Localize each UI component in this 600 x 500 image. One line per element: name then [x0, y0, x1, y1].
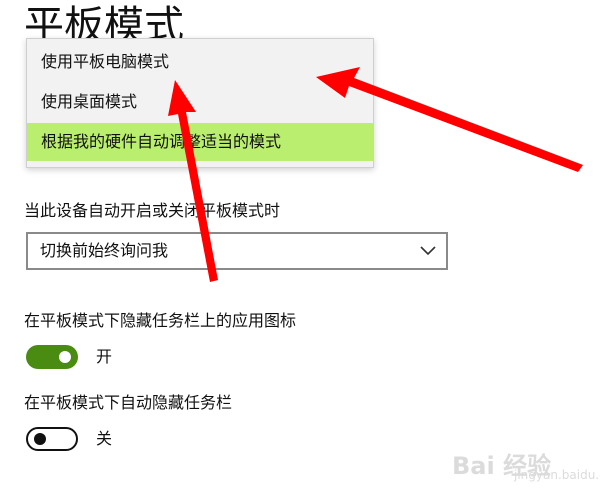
auto-hide-taskbar-label: 在平板模式下自动隐藏任务栏 — [24, 393, 233, 412]
hide-app-icons-label: 在平板模式下隐藏任务栏上的应用图标 — [24, 311, 297, 330]
auto-hide-taskbar-toggle[interactable] — [26, 427, 78, 451]
toggle-knob — [34, 433, 46, 445]
chevron-down-icon — [420, 246, 436, 256]
toggle-knob — [59, 351, 71, 363]
switch-behavior-label: 当此设备自动开启或关闭平板模式时 — [24, 201, 281, 220]
option-tablet-mode[interactable]: 使用平板电脑模式 — [27, 43, 373, 81]
option-desktop-mode[interactable]: 使用桌面模式 — [27, 83, 373, 121]
hide-app-icons-state: 开 — [96, 347, 113, 366]
switch-behavior-value: 切换前始终询问我 — [40, 241, 169, 260]
watermark-sub: jingyan.baidu.com — [514, 468, 600, 482]
mode-dropdown-flyout: 使用平板电脑模式 使用桌面模式 根据我的硬件自动调整适当的模式 — [26, 38, 374, 168]
auto-hide-taskbar-state: 关 — [96, 429, 113, 448]
hide-app-icons-toggle[interactable] — [26, 345, 78, 369]
option-auto-by-hardware[interactable]: 根据我的硬件自动调整适当的模式 — [27, 123, 373, 161]
switch-behavior-select[interactable]: 切换前始终询问我 — [26, 232, 448, 270]
baidu-watermark: Bai 经验 jingyan.baidu.com — [452, 442, 600, 486]
